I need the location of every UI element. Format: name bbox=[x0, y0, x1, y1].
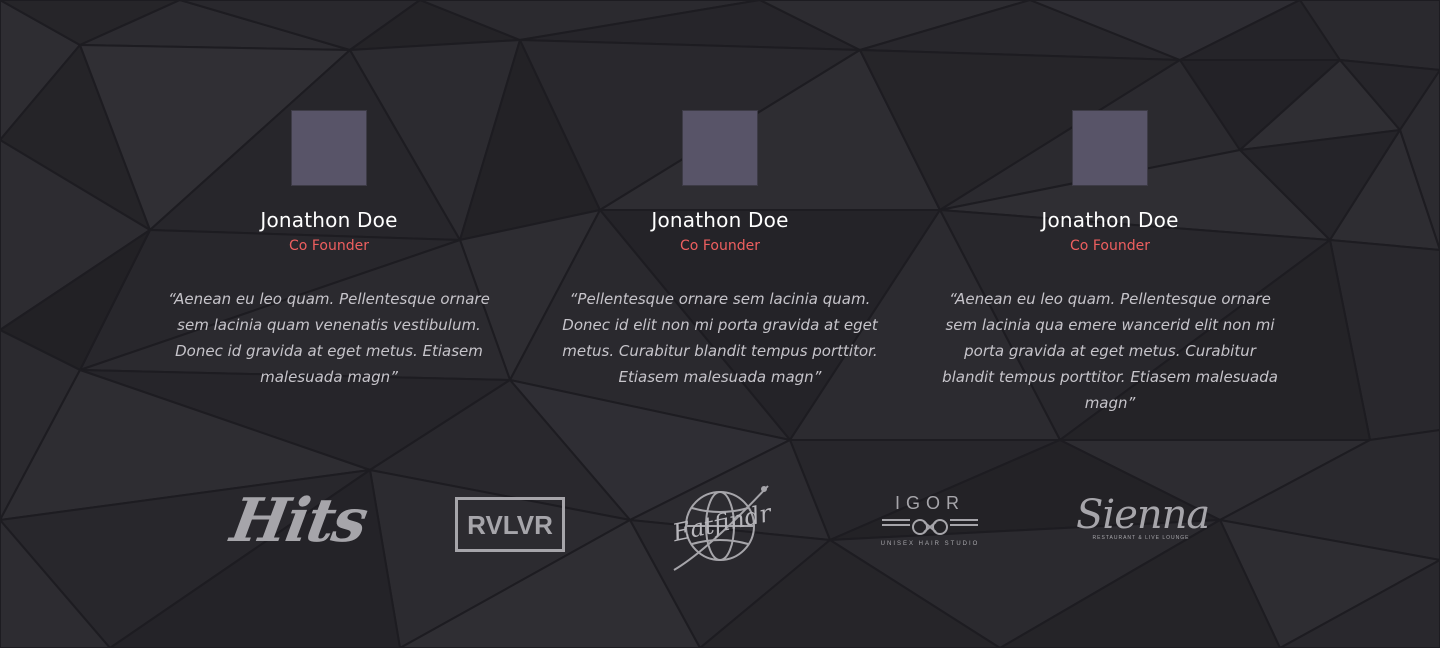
avatar bbox=[682, 110, 758, 186]
client-logos: Hits RVLVR Eatfindr IGOR UNISEX HAIR STU… bbox=[0, 470, 1440, 580]
testimonial-role: Co Founder bbox=[289, 238, 369, 254]
testimonial-card: Jonathon Doe Co Founder “Aenean eu leo q… bbox=[940, 110, 1280, 416]
testimonial-name: Jonathon Doe bbox=[260, 208, 398, 232]
rvlvr-logo: RVLVR bbox=[455, 497, 565, 552]
testimonial-name: Jonathon Doe bbox=[1041, 208, 1179, 232]
sienna-subtitle: RESTAURANT & LIVE LOUNGE bbox=[1092, 535, 1190, 541]
testimonial-quote: “Aenean eu leo quam. Pellentesque ornare… bbox=[168, 290, 490, 386]
testimonial-role: Co Founder bbox=[680, 238, 760, 254]
sienna-logo: Sienna RESTAURANT & LIVE LOUNGE bbox=[1076, 492, 1210, 562]
scissors-icon bbox=[882, 519, 978, 535]
testimonial-card: Jonathon Doe Co Founder “Pellentesque or… bbox=[550, 110, 890, 390]
igor-logo: IGOR UNISEX HAIR STUDIO bbox=[880, 492, 980, 562]
testimonials-section: Jonathon Doe Co Founder “Aenean eu leo q… bbox=[0, 0, 1440, 440]
sienna-wordmark: Sienna bbox=[1076, 492, 1210, 538]
testimonial-quote: “Aenean eu leo quam. Pellentesque ornare… bbox=[942, 290, 1278, 412]
testimonial-card: Jonathon Doe Co Founder “Aenean eu leo q… bbox=[159, 110, 499, 390]
avatar bbox=[291, 110, 367, 186]
igor-subtitle: UNISEX HAIR STUDIO bbox=[880, 541, 980, 547]
testimonial-quote: “Pellentesque ornare sem lacinia quam. D… bbox=[562, 290, 878, 386]
eatfindr-logo: Eatfindr bbox=[668, 480, 774, 580]
testimonial-role: Co Founder bbox=[1070, 238, 1150, 254]
testimonial-name: Jonathon Doe bbox=[651, 208, 789, 232]
avatar bbox=[1072, 110, 1148, 186]
hits-logo: Hits bbox=[225, 486, 372, 556]
igor-wordmark: IGOR bbox=[894, 493, 965, 513]
